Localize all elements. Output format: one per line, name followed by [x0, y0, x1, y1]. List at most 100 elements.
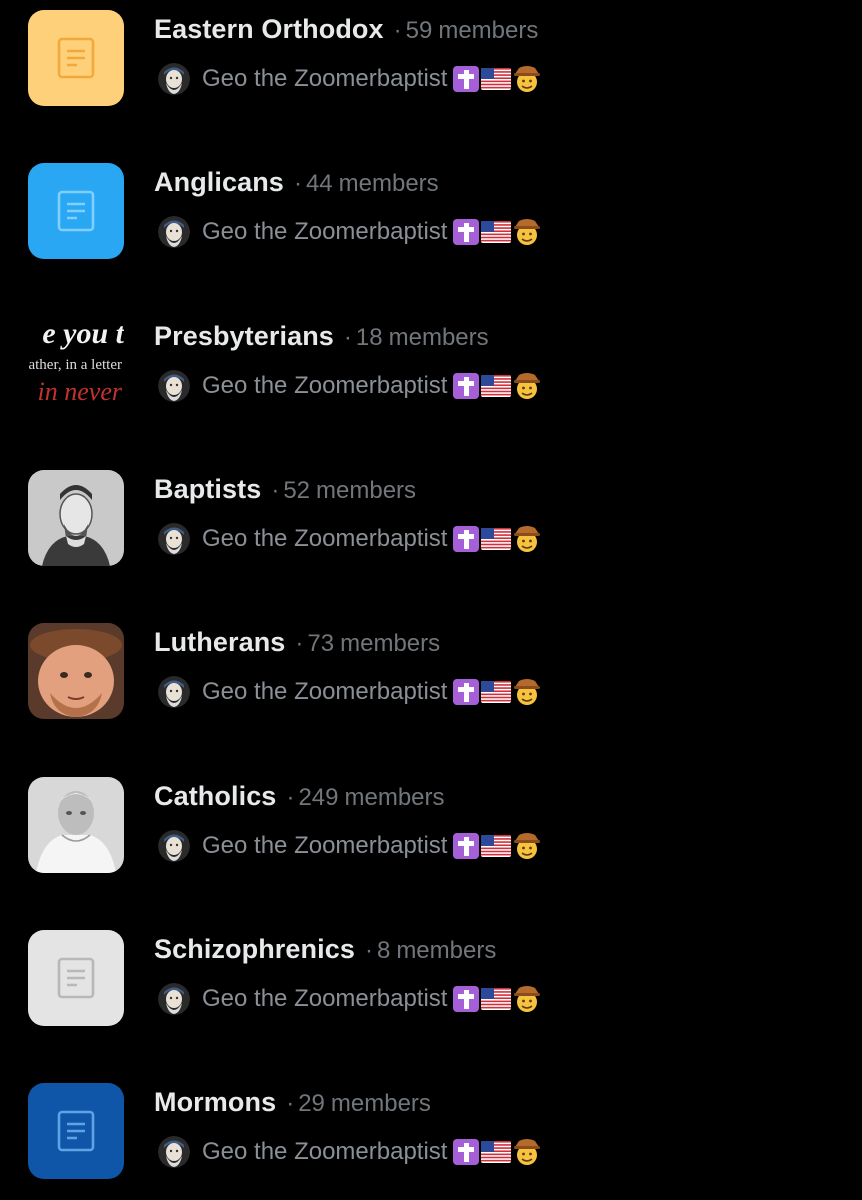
- thumbnail-text: in never: [37, 376, 122, 406]
- owner-avatar-icon: [158, 63, 190, 95]
- community-title-line: Eastern Orthodox · 59 members: [154, 14, 538, 54]
- owner-avatar-icon: [158, 982, 190, 1015]
- owner-name[interactable]: Geo the Zoomerbaptist: [202, 678, 447, 706]
- community-title-line: Baptists · 52 members: [154, 474, 416, 514]
- member-count-label: members: [330, 1090, 431, 1118]
- separator-dot: ·: [295, 630, 304, 658]
- community-owner[interactable]: Geo the Zoomerbaptist: [158, 980, 541, 1018]
- document-icon: [57, 190, 95, 232]
- community-thumbnail[interactable]: [28, 163, 124, 260]
- community-thumbnail[interactable]: [28, 929, 124, 1026]
- owner-avatar-icon: [158, 216, 190, 249]
- community-name[interactable]: Presbyterians: [154, 321, 334, 352]
- owner-avatar[interactable]: [158, 1136, 190, 1169]
- separator-dot: ·: [364, 936, 373, 964]
- community-name[interactable]: Baptists: [154, 474, 261, 505]
- community-owner[interactable]: Geo the Zoomerbaptist: [158, 673, 541, 711]
- member-count: 52: [283, 476, 311, 504]
- community-row[interactable]: e you t ather, in a letter in never Pres…: [0, 307, 862, 427]
- us-flag-emoji: [481, 834, 512, 857]
- latin-cross-emoji: [453, 66, 480, 92]
- owner-avatar[interactable]: [158, 676, 190, 709]
- engraved-portrait-icon: [28, 469, 124, 566]
- cowboy-face-emoji: [514, 679, 541, 706]
- community-row[interactable]: Eastern Orthodox · 59 members Geo the Zo…: [0, 0, 862, 120]
- community-name[interactable]: Catholics: [154, 781, 276, 812]
- separator-dot: ·: [343, 323, 352, 351]
- owner-avatar-icon: [158, 1136, 190, 1169]
- member-count: 44: [305, 170, 333, 198]
- us-flag-emoji: [481, 221, 512, 244]
- owner-avatar[interactable]: [158, 982, 190, 1015]
- face-photo-icon: [28, 623, 124, 720]
- cowboy-face-emoji: [514, 66, 541, 92]
- community-name[interactable]: Mormons: [154, 1087, 276, 1118]
- owner-avatar-icon: [158, 829, 190, 862]
- member-count: 249: [298, 783, 339, 811]
- community-row[interactable]: Baptists · 52 members Geo the Zoomerbapt…: [0, 460, 862, 580]
- thumbnail-text: e you t: [42, 316, 124, 350]
- document-icon: [57, 957, 95, 999]
- owner-avatar-icon: [158, 522, 190, 555]
- community-owner[interactable]: Geo the Zoomerbaptist: [158, 827, 541, 865]
- community-title-line: Lutherans · 73 members: [154, 627, 440, 667]
- member-count: 59: [405, 17, 433, 44]
- community-owner[interactable]: Geo the Zoomerbaptist: [158, 520, 541, 558]
- owner-avatar[interactable]: [158, 829, 190, 862]
- community-name[interactable]: Anglicans: [154, 167, 284, 198]
- owner-name[interactable]: Geo the Zoomerbaptist: [202, 985, 447, 1013]
- owner-avatar[interactable]: [158, 369, 190, 402]
- community-row[interactable]: Mormons · 29 members Geo the Zoomerbapti…: [0, 1073, 862, 1193]
- community-thumbnail[interactable]: [28, 10, 124, 106]
- community-row[interactable]: Schizophrenics · 8 members Geo the Zoome…: [0, 920, 862, 1040]
- separator-dot: ·: [286, 783, 295, 811]
- owner-name[interactable]: Geo the Zoomerbaptist: [202, 1138, 447, 1166]
- community-thumbnail[interactable]: [28, 776, 124, 873]
- latin-cross-emoji: [453, 219, 480, 246]
- member-count-label: members: [438, 17, 539, 44]
- member-count: 18: [355, 323, 383, 351]
- owner-avatar[interactable]: [158, 216, 190, 249]
- cowboy-face-emoji: [514, 832, 541, 859]
- community-thumbnail[interactable]: e you t ather, in a letter in never: [0, 315, 124, 415]
- member-count-label: members: [340, 630, 441, 658]
- community-name[interactable]: Eastern Orthodox: [154, 14, 384, 45]
- community-owner[interactable]: Geo the Zoomerbaptist: [158, 367, 541, 405]
- community-thumbnail[interactable]: [28, 469, 124, 566]
- owner-name[interactable]: Geo the Zoomerbaptist: [202, 65, 447, 93]
- owner-name[interactable]: Geo the Zoomerbaptist: [202, 372, 447, 400]
- cowboy-face-emoji: [514, 372, 541, 399]
- community-row[interactable]: Catholics · 249 members Geo the Zoomerba…: [0, 767, 862, 887]
- member-count-label: members: [344, 783, 445, 811]
- owner-avatar-icon: [158, 369, 190, 402]
- community-name[interactable]: Lutherans: [154, 627, 285, 658]
- community-thumbnail[interactable]: [28, 1083, 124, 1180]
- owner-avatar[interactable]: [158, 63, 190, 95]
- member-count: 73: [307, 630, 335, 658]
- member-count-label: members: [338, 170, 439, 198]
- community-owner[interactable]: Geo the Zoomerbaptist: [158, 213, 541, 251]
- community-row[interactable]: Lutherans · 73 members Geo the Zoomerbap…: [0, 613, 862, 733]
- owner-name[interactable]: Geo the Zoomerbaptist: [202, 832, 447, 860]
- member-count-label: members: [396, 936, 497, 964]
- community-name[interactable]: Schizophrenics: [154, 934, 355, 965]
- community-thumbnail[interactable]: [28, 623, 124, 720]
- document-icon: [57, 37, 95, 79]
- separator-dot: ·: [271, 476, 280, 504]
- cowboy-face-emoji: [514, 219, 541, 246]
- community-owner[interactable]: Geo the Zoomerbaptist: [158, 60, 541, 98]
- community-owner[interactable]: Geo the Zoomerbaptist: [158, 1133, 541, 1171]
- owner-name[interactable]: Geo the Zoomerbaptist: [202, 218, 447, 246]
- latin-cross-emoji: [453, 372, 480, 399]
- owner-name[interactable]: Geo the Zoomerbaptist: [202, 525, 447, 553]
- community-row[interactable]: Anglicans · 44 members Geo the Zoomerbap…: [0, 153, 862, 273]
- owner-avatar[interactable]: [158, 522, 190, 555]
- us-flag-emoji: [481, 681, 512, 704]
- latin-cross-emoji: [453, 1139, 480, 1166]
- us-flag-emoji: [481, 68, 512, 90]
- latin-cross-emoji: [453, 525, 480, 552]
- community-title-line: Catholics · 249 members: [154, 781, 445, 821]
- member-count: 8: [376, 936, 391, 964]
- latin-cross-emoji: [453, 679, 480, 706]
- separator-dot: ·: [293, 170, 302, 198]
